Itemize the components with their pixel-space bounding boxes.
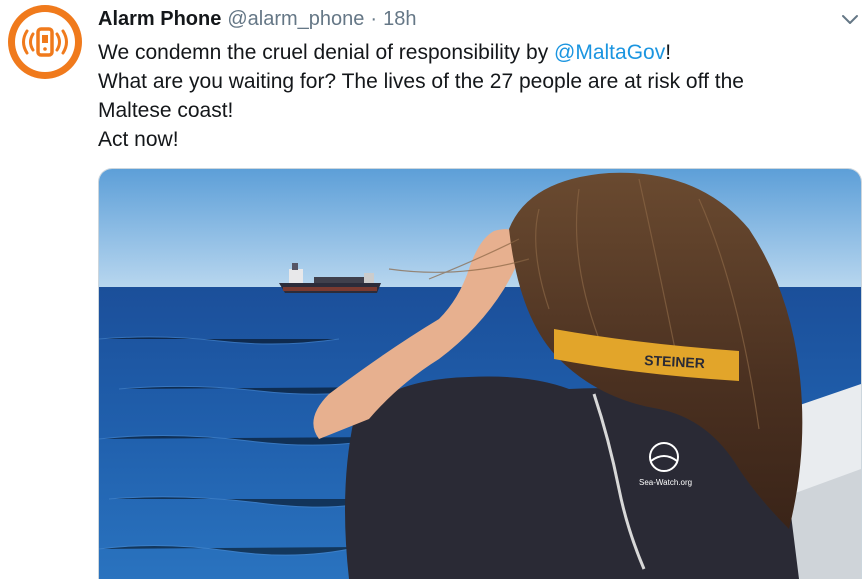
tweet[interactable]: Alarm Phone @alarm_phone · 18h We condem… [0,0,866,567]
separator-dot: · [370,8,377,31]
chevron-down-icon [840,10,860,30]
avatar[interactable] [8,5,82,79]
author-name[interactable]: Alarm Phone [98,8,221,31]
mention-link[interactable]: @MaltaGov [554,41,665,64]
tweet-line-1: We condemn the cruel denial of responsib… [98,38,838,67]
tweet-text-prefix: We condemn the cruel denial of responsib… [98,41,554,64]
shirt-logo-text: Sea-Watch.org [639,478,692,487]
alarm-phone-logo-icon [17,14,73,70]
tweet-header: Alarm Phone @alarm_phone · 18h [98,8,416,34]
tweet-line-2: What are you waiting for? The lives of t… [98,67,838,96]
lifejacket-brand: STEINER [644,352,705,371]
tweet-text: We condemn the cruel denial of responsib… [98,38,838,154]
tweet-line-4: Act now! [98,125,838,154]
timestamp[interactable]: 18h [383,8,416,31]
tweet-line-3: Maltese coast! [98,96,838,125]
tweet-menu-button[interactable] [838,8,862,32]
tweet-photo[interactable]: STEINER Sea-Watch.org [98,168,862,579]
tweet-text-suffix: ! [665,41,671,64]
author-handle[interactable]: @alarm_phone [227,8,364,31]
